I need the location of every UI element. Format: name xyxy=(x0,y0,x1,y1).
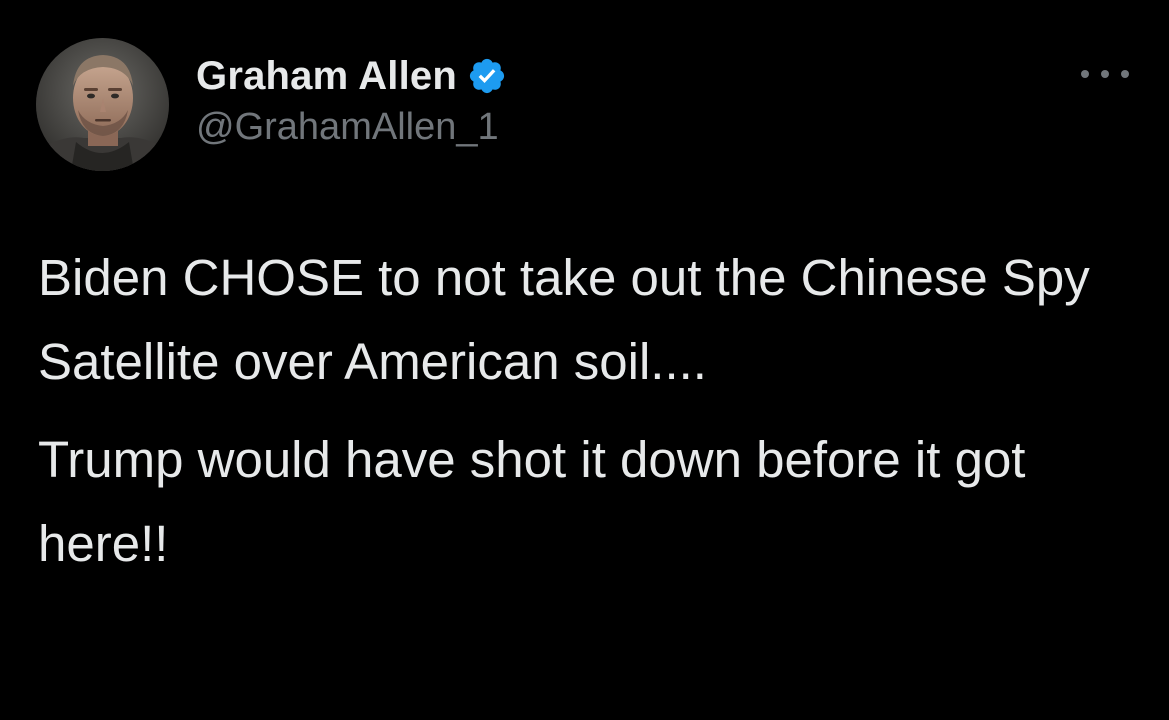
more-options-button[interactable] xyxy=(1081,62,1129,86)
avatar-image xyxy=(36,38,169,171)
name-row: Graham Allen xyxy=(196,50,507,102)
verified-badge-icon xyxy=(467,56,507,96)
more-horizontal-icon-dot xyxy=(1081,70,1089,78)
avatar[interactable] xyxy=(36,38,169,171)
tweet-card: Graham Allen @GrahamAllen_1 Biden CHOSE … xyxy=(0,0,1169,720)
display-name[interactable]: Graham Allen xyxy=(196,54,457,99)
more-horizontal-icon-dot xyxy=(1121,70,1129,78)
handle[interactable]: @GrahamAllen_1 xyxy=(196,106,507,149)
author-block: Graham Allen @GrahamAllen_1 xyxy=(196,50,507,149)
more-horizontal-icon-dot xyxy=(1101,70,1109,78)
tweet-paragraph: Trump would have shot it down before it … xyxy=(38,431,1026,572)
tweet-text: Biden CHOSE to not take out the Chinese … xyxy=(38,236,1138,586)
tweet-paragraph: Biden CHOSE to not take out the Chinese … xyxy=(38,249,1090,390)
